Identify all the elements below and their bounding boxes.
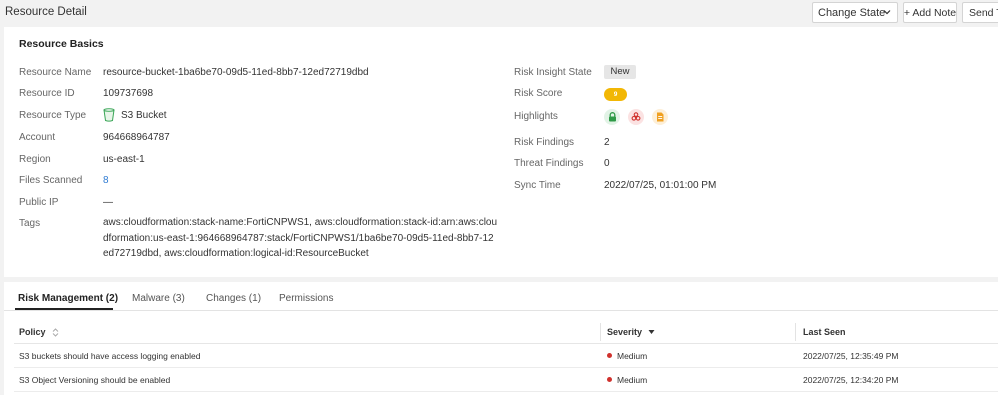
threat-findings-label: Threat Findings (514, 158, 584, 169)
risk-insight-state-label: Risk Insight State (514, 67, 592, 78)
public-ip-label: Public IP (19, 197, 59, 208)
severity-dot-icon (607, 353, 612, 358)
tab-risk-management[interactable]: Risk Management (2) (18, 293, 118, 304)
sort-icon[interactable] (52, 327, 59, 337)
account-label: Account (19, 132, 56, 143)
document-icon[interactable] (652, 109, 668, 125)
files-scanned-label: Files Scanned (19, 175, 83, 186)
resource-id-label: Resource ID (19, 88, 75, 99)
region-value: us-east-1 (103, 154, 145, 165)
resource-basics-card: Resource Basics Resource Name resource-b… (4, 27, 998, 277)
column-divider[interactable] (600, 323, 601, 341)
tags-label: Tags (19, 218, 41, 229)
risk-score-label: Risk Score (514, 88, 563, 99)
change-state-label: Change State (818, 6, 886, 19)
sync-time-label: Sync Time (514, 180, 561, 191)
tags-value: aws:cloudformation:stack-name:FortiCNPWS… (103, 217, 498, 259)
sort-desc-icon[interactable] (648, 329, 655, 335)
public-ip-value: — (103, 197, 113, 208)
chevron-down-icon (883, 10, 891, 15)
severity-column-header[interactable]: Severity (607, 327, 655, 337)
resource-type-label: Resource Type (19, 110, 87, 121)
s3-bucket-icon (103, 108, 115, 122)
resource-id-value: 109737698 (103, 88, 154, 99)
severity-cell: Medium (617, 375, 648, 385)
files-scanned-link[interactable]: 8 (103, 175, 109, 186)
severity-dot-icon (607, 377, 612, 382)
last-seen-column-header[interactable]: Last Seen (803, 327, 846, 337)
tab-changes[interactable]: Changes (1) (206, 293, 261, 304)
change-state-dropdown[interactable]: Change State (812, 2, 898, 23)
add-note-button[interactable]: + Add Note (903, 2, 957, 23)
send-to-button[interactable]: Send To (962, 2, 998, 23)
table-row[interactable]: S3 buckets should have access logging en… (14, 344, 998, 368)
policy-cell: S3 Object Versioning should be enabled (19, 375, 171, 385)
table-row[interactable]: S3 Object Versioning should be enabled M… (14, 368, 998, 392)
lock-icon[interactable] (604, 109, 620, 125)
highlights-label: Highlights (514, 111, 558, 122)
top-bar: Resource Detail Change State + Add Note … (0, 0, 998, 26)
table-header: Policy Severity Last Seen (14, 320, 998, 344)
severity-column-label: Severity (607, 327, 643, 337)
biohazard-icon[interactable] (628, 109, 644, 125)
findings-panel: Risk Management (2) Malware (3) Changes … (4, 282, 998, 395)
resource-name-label: Resource Name (19, 67, 92, 78)
resource-type-text: S3 Bucket (121, 109, 167, 121)
section-title: Resource Basics (19, 38, 104, 50)
tab-permissions[interactable]: Permissions (279, 293, 333, 304)
tabs-divider (4, 310, 998, 311)
insight-state-badge: New (604, 65, 636, 79)
risk-findings-label: Risk Findings (514, 137, 575, 148)
risk-score-badge: 9 (604, 88, 627, 101)
policy-column-label: Policy (19, 327, 46, 337)
risk-findings-link[interactable]: 2 (604, 137, 610, 148)
severity-cell: Medium (617, 351, 648, 361)
last-seen-cell: 2022/07/25, 12:35:49 PM (803, 351, 899, 361)
sync-time-value: 2022/07/25, 01:01:00 PM (604, 180, 717, 191)
policy-column-header[interactable]: Policy (19, 327, 59, 337)
resource-name-value: resource-bucket-1ba6be70-09d5-11ed-8bb7-… (103, 67, 369, 78)
column-divider[interactable] (795, 323, 796, 341)
policy-cell: S3 buckets should have access logging en… (19, 351, 201, 361)
resource-type-value: S3 Bucket (103, 108, 167, 122)
threat-findings-value: 0 (604, 158, 610, 169)
last-seen-cell: 2022/07/25, 12:34:20 PM (803, 375, 899, 385)
region-label: Region (19, 154, 51, 165)
tab-malware[interactable]: Malware (3) (132, 293, 185, 304)
account-value: 964668964787 (103, 132, 170, 143)
page-title: Resource Detail (5, 6, 87, 18)
